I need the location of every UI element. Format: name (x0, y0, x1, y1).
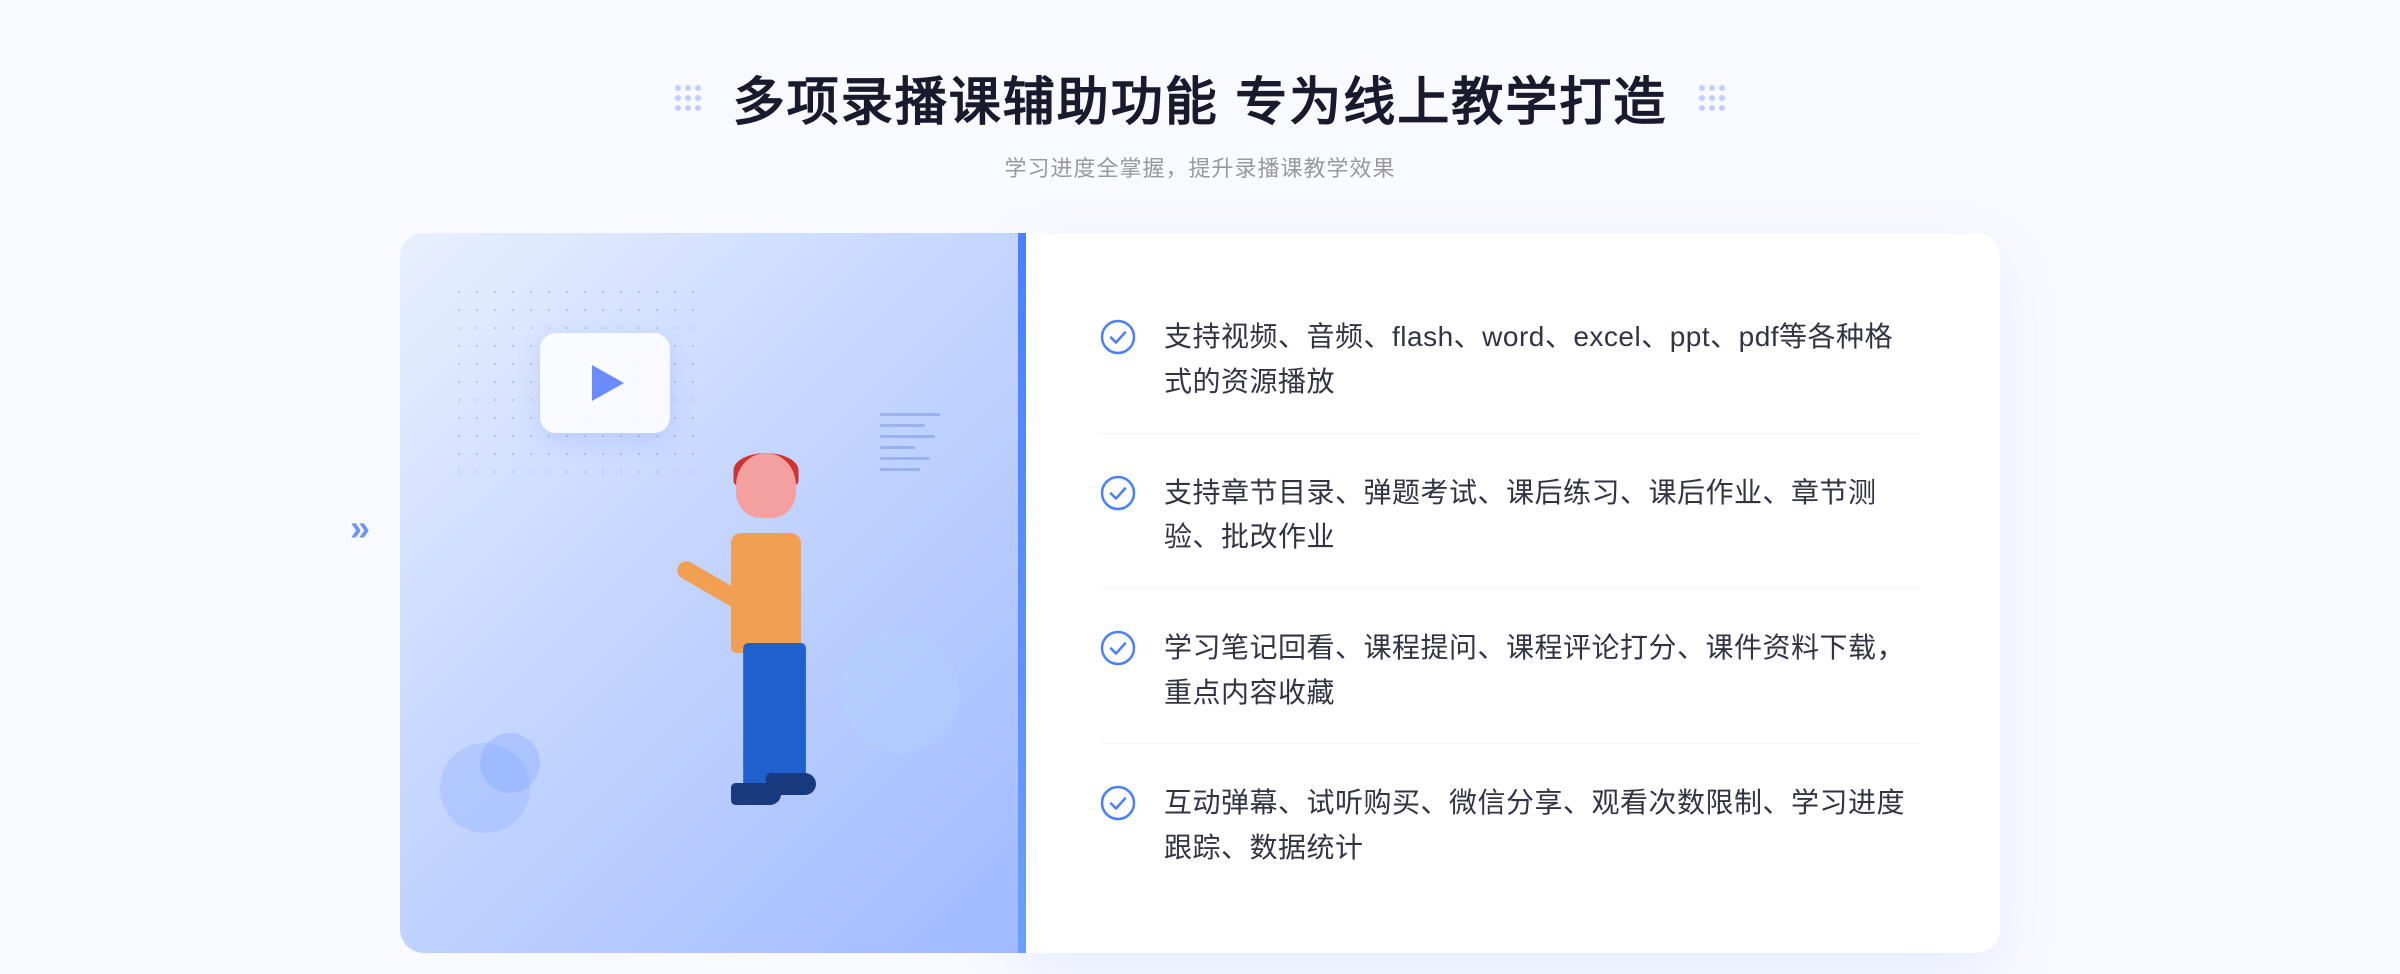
figure-body (731, 533, 801, 653)
title-row: 多项录播课辅助功能 专为线上教学打造 (675, 60, 1725, 135)
page-container: 多项录播课辅助功能 专为线上教学打造 学习进度全掌握，提升录播课教学效果 » (0, 0, 2400, 974)
subtitle: 学习进度全掌握，提升录播课教学效果 (1004, 151, 1395, 183)
page-chevrons-left: » (350, 507, 362, 549)
content-area: 支持视频、音频、flash、word、excel、ppt、pdf等各种格式的资源… (400, 233, 2000, 953)
feature-text-2: 支持章节目录、弹题考试、课后练习、课后作业、章节测验、批改作业 (1164, 471, 1920, 561)
feature-text-3: 学习笔记回看、课程提问、课程评论打分、课件资料下载，重点内容收藏 (1164, 626, 1920, 716)
play-triangle-icon (592, 365, 624, 401)
feature-item: 支持章节目录、弹题考试、课后练习、课后作业、章节测验、批改作业 (1100, 443, 1920, 590)
illustration-card (400, 233, 1020, 953)
feature-item: 支持视频、音频、flash、word、excel、ppt、pdf等各种格式的资源… (1100, 287, 1920, 434)
feature-text-4: 互动弹幕、试听购买、微信分享、观看次数限制、学习进度跟踪、数据统计 (1164, 781, 1920, 871)
accent-bar (1018, 233, 1026, 953)
play-bubble (540, 333, 670, 433)
figure-pants-right (768, 643, 806, 783)
figure-illustration (626, 453, 906, 933)
figure-head (736, 453, 796, 518)
header-deco-left (675, 85, 701, 111)
deco-circle-2 (480, 733, 540, 793)
header-section: 多项录播课辅助功能 专为线上教学打造 学习进度全掌握，提升录播课教学效果 (675, 60, 1725, 183)
main-title: 多项录播课辅助功能 专为线上教学打造 (733, 60, 1667, 135)
features-card: 支持视频、音频、flash、word、excel、ppt、pdf等各种格式的资源… (1020, 233, 2000, 953)
header-deco-right (1699, 85, 1725, 111)
feature-text-1: 支持视频、音频、flash、word、excel、ppt、pdf等各种格式的资源… (1164, 315, 1920, 405)
check-icon-3 (1100, 630, 1136, 666)
check-icon-4 (1100, 785, 1136, 821)
figure-shoe-right (766, 773, 816, 795)
feature-item: 学习笔记回看、课程提问、课程评论打分、课件资料下载，重点内容收藏 (1100, 598, 1920, 745)
feature-item: 互动弹幕、试听购买、微信分享、观看次数限制、学习进度跟踪、数据统计 (1100, 753, 1920, 899)
check-icon-2 (1100, 475, 1136, 511)
check-icon-1 (1100, 319, 1136, 355)
